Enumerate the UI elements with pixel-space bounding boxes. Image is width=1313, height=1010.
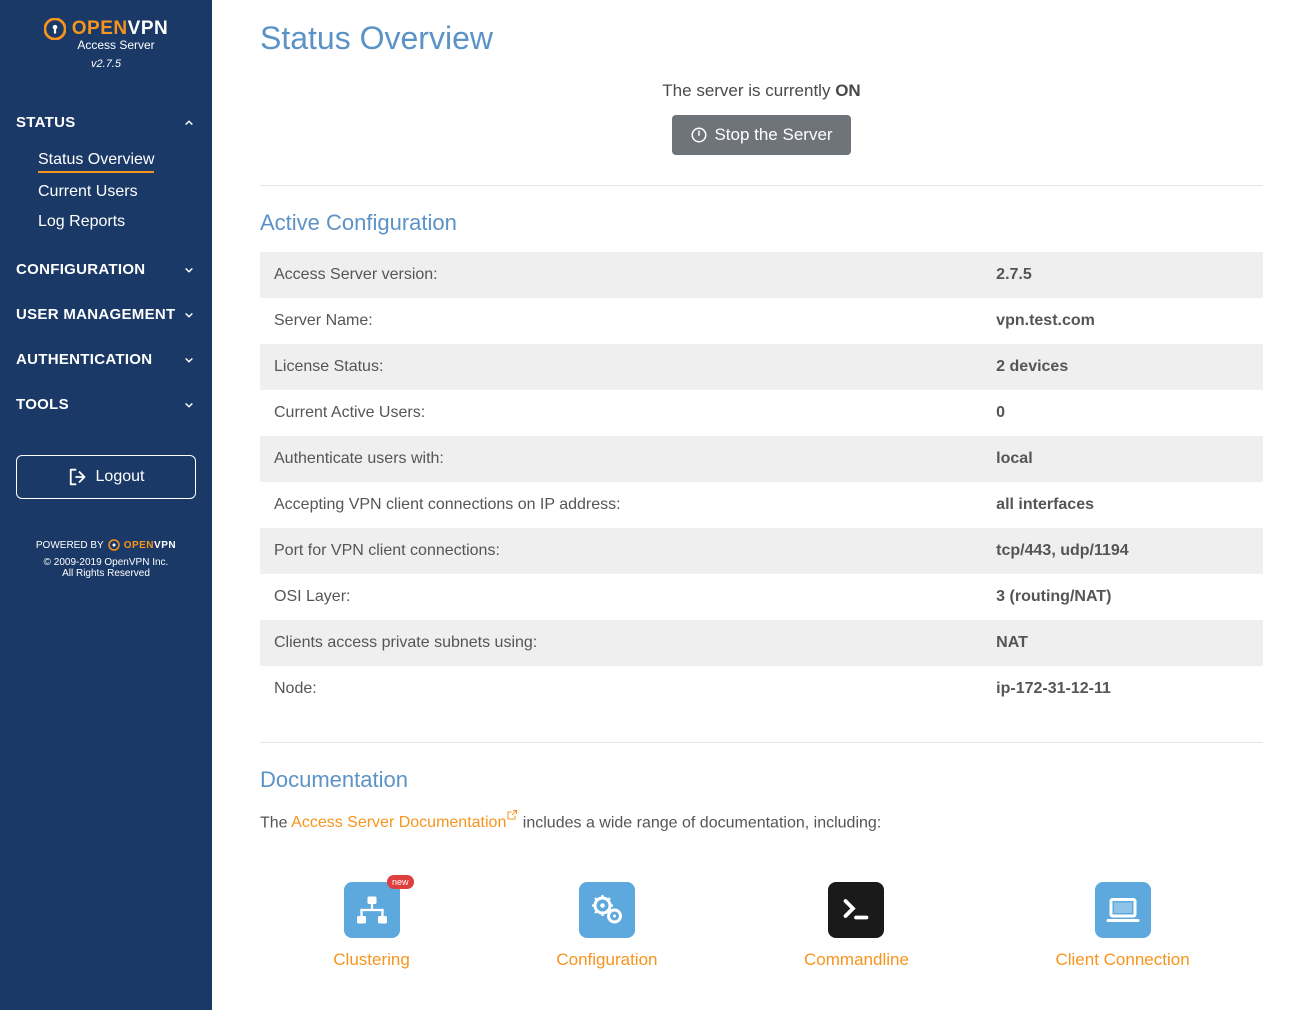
doc-caption: Configuration [556, 950, 657, 970]
config-row: Accepting VPN client connections on IP a… [260, 482, 1263, 528]
external-link-icon [506, 809, 518, 821]
nav-section-status[interactable]: STATUS [0, 100, 212, 145]
config-row: Server Name:vpn.test.com [260, 298, 1263, 344]
config-value: 2.7.5 [982, 252, 1263, 298]
sidebar-footer: POWERED BY OPENVPN © 2009-2019 OpenVPN I… [0, 539, 212, 579]
page-title: Status Overview [260, 20, 1263, 57]
nav-item-log-reports[interactable]: Log Reports [38, 207, 212, 237]
stop-server-button[interactable]: Stop the Server [672, 115, 850, 155]
gears-icon [579, 882, 635, 938]
doc-link[interactable]: Access Server Documentation [291, 814, 518, 831]
power-icon [690, 126, 708, 144]
config-value: ip-172-31-12-11 [982, 666, 1263, 712]
config-row: Port for VPN client connections:tcp/443,… [260, 528, 1263, 574]
divider [260, 185, 1263, 186]
chevron-down-icon [182, 398, 196, 412]
documentation-intro: The Access Server Documentation includes… [260, 809, 1263, 832]
logo-section: OPENVPN Access Server v2.7.5 [0, 18, 212, 90]
openvpn-logo-icon [108, 539, 120, 551]
config-value: 2 devices [982, 344, 1263, 390]
config-value: local [982, 436, 1263, 482]
documentation-heading: Documentation [260, 767, 1263, 793]
config-value: 3 (routing/NAT) [982, 574, 1263, 620]
config-row: Current Active Users:0 [260, 390, 1263, 436]
config-value: 0 [982, 390, 1263, 436]
doc-caption: Clustering [333, 950, 410, 970]
config-row: License Status:2 devices [260, 344, 1263, 390]
config-value: NAT [982, 620, 1263, 666]
config-row: Node:ip-172-31-12-11 [260, 666, 1263, 712]
config-label: Accepting VPN client connections on IP a… [260, 482, 982, 528]
server-status: The server is currently ON [260, 81, 1263, 101]
laptop-icon [1095, 882, 1151, 938]
config-label: Port for VPN client connections: [260, 528, 982, 574]
chevron-down-icon [182, 263, 196, 277]
chevron-up-icon [182, 116, 196, 130]
config-label: OSI Layer: [260, 574, 982, 620]
version-label: v2.7.5 [10, 58, 202, 70]
nav-item-status-overview[interactable]: Status Overview [38, 145, 154, 173]
config-table: Access Server version:2.7.5Server Name:v… [260, 252, 1263, 712]
config-label: Server Name: [260, 298, 982, 344]
doc-card-commandline[interactable]: Commandline [804, 882, 909, 970]
doc-card-clustering[interactable]: newClustering [333, 882, 410, 970]
nav-item-current-users[interactable]: Current Users [38, 177, 212, 207]
nav-section-configuration[interactable]: CONFIGURATION [0, 247, 212, 292]
logo-subtitle: Access Server [30, 38, 202, 52]
sidebar: OPENVPN Access Server v2.7.5 STATUS Stat… [0, 0, 212, 1010]
nav-section-tools[interactable]: TOOLS [0, 382, 212, 427]
config-row: Clients access private subnets using:NAT [260, 620, 1263, 666]
config-label: Authenticate users with: [260, 436, 982, 482]
config-value: vpn.test.com [982, 298, 1263, 344]
doc-card-configuration[interactable]: Configuration [556, 882, 657, 970]
cluster-icon [344, 882, 400, 938]
config-label: Node: [260, 666, 982, 712]
new-badge: new [387, 875, 414, 889]
config-label: Current Active Users: [260, 390, 982, 436]
config-label: Access Server version: [260, 252, 982, 298]
logout-button[interactable]: Logout [16, 455, 196, 499]
nav-section-user-management[interactable]: USER MANAGEMENT [0, 292, 212, 337]
divider [260, 742, 1263, 743]
config-row: OSI Layer:3 (routing/NAT) [260, 574, 1263, 620]
chevron-down-icon [182, 308, 196, 322]
config-value: tcp/443, udp/1194 [982, 528, 1263, 574]
logo-text: OPENVPN [72, 18, 168, 40]
doc-card-client-connection[interactable]: Client Connection [1055, 882, 1189, 970]
config-label: Clients access private subnets using: [260, 620, 982, 666]
config-value: all interfaces [982, 482, 1263, 528]
doc-caption: Commandline [804, 950, 909, 970]
doc-caption: Client Connection [1055, 950, 1189, 970]
terminal-icon [828, 882, 884, 938]
active-config-heading: Active Configuration [260, 210, 1263, 236]
nav-section-authentication[interactable]: AUTHENTICATION [0, 337, 212, 382]
main-content: Status Overview The server is currently … [212, 0, 1313, 1010]
config-label: License Status: [260, 344, 982, 390]
config-row: Access Server version:2.7.5 [260, 252, 1263, 298]
openvpn-logo-icon [44, 18, 66, 40]
config-row: Authenticate users with:local [260, 436, 1263, 482]
chevron-down-icon [182, 353, 196, 367]
logout-icon [68, 467, 90, 487]
